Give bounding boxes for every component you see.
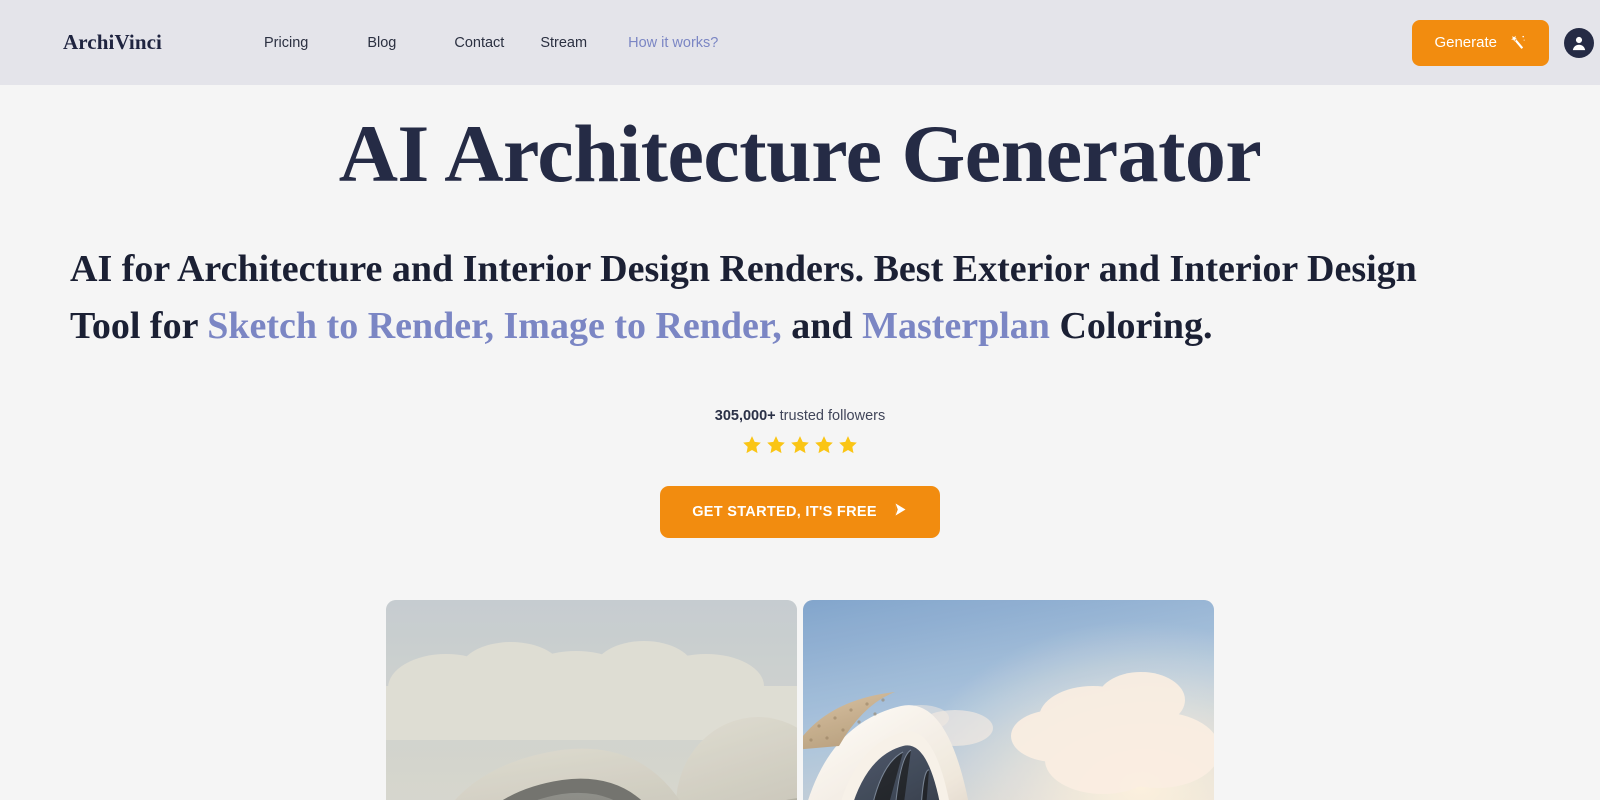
user-avatar[interactable] [1564,27,1594,58]
nav-right-group: Generate [1412,19,1594,66]
get-started-button-label: GET STARTED, IT'S FREE [692,503,877,520]
after-render-image [803,599,1214,800]
before-image-card[interactable] [386,599,797,800]
brand-logo[interactable]: ArchiVinci [63,30,162,55]
play-arrow-icon [891,501,908,522]
star-icon [767,435,785,453]
page-title: AI Architecture Generator [338,108,1262,199]
after-image-card[interactable] [803,599,1214,800]
hero-link-masterplan[interactable]: Masterplan [862,305,1050,347]
nav-links-group: Pricing Blog Contact Stream How it works… [264,35,718,51]
generate-button-label: Generate [1434,34,1497,51]
magic-wand-icon [1508,33,1527,52]
cta-wrapper: GET STARTED, IT'S FREE [0,485,1600,538]
get-started-button[interactable]: GET STARTED, IT'S FREE [660,485,940,538]
nav-link-stream[interactable]: Stream [540,35,587,51]
hero-subtitle: AI for Architecture and Interior Design … [70,195,1600,355]
hero-subtitle-prefix: Tool for [70,305,208,347]
star-icon [839,435,857,453]
followers-line: 305,000+ trusted followers [0,409,1600,424]
nav-link-contact[interactable]: Contact [454,35,504,51]
hero-subtitle-line-1: AI for Architecture and Interior Design … [70,248,1417,290]
star-icon [815,435,833,453]
star-icon [743,435,761,453]
nav-link-pricing[interactable]: Pricing [264,35,308,51]
nav-left-group: ArchiVinci Pricing Blog Contact Stream H… [0,30,718,55]
before-render-image [386,599,797,800]
nav-link-how-it-works[interactable]: How it works? [628,35,718,51]
followers-count: 305,000+ [714,408,776,424]
hero-subtitle-line-2: Tool for Sketch to Render, Image to Rend… [70,298,1600,355]
star-icon [791,435,809,453]
user-avatar-icon [1572,36,1586,50]
followers-label: trusted followers [779,408,886,424]
generate-button[interactable]: Generate [1412,19,1549,66]
social-proof: 305,000+ trusted followers [0,355,1600,456]
before-after-comparison [386,599,1214,800]
top-navigation-bar: ArchiVinci Pricing Blog Contact Stream H… [0,0,1600,85]
nav-link-blog[interactable]: Blog [367,35,396,51]
hero-link-sketch-image-to-render[interactable]: Sketch to Render, Image to Render, [207,305,782,347]
hero-subtitle-mid: and [781,305,863,347]
star-rating [0,434,1600,456]
hero-subtitle-suffix: Coloring. [1049,305,1213,347]
hero-section: AI Architecture Generator AI for Archite… [0,85,1600,800]
